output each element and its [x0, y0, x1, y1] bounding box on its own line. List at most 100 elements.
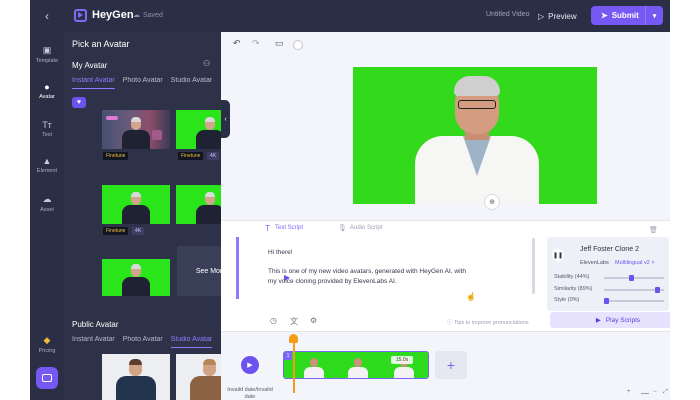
avatar-thumb[interactable]: [102, 110, 170, 149]
rail-item-template[interactable]: ▣ Template: [30, 45, 64, 64]
voice-model-select[interactable]: Multilingual v2 ˅: [615, 260, 655, 266]
playhead[interactable]: [293, 338, 295, 393]
tab-audio-script[interactable]: 🎙 Audio Script: [338, 225, 382, 232]
redo-icon[interactable]: ↷: [252, 38, 260, 49]
scrollbar[interactable]: [532, 238, 535, 294]
avatar-thumb[interactable]: [102, 185, 170, 224]
play-icon: ▶: [247, 362, 253, 369]
rail-item-label: Avatar: [39, 94, 55, 100]
stability-slider[interactable]: Stability (44%): [554, 274, 666, 282]
undo-icon[interactable]: ↶: [233, 38, 241, 49]
slider-label: Stability (44%): [554, 274, 590, 280]
clip-duration: 15.0s: [391, 356, 413, 364]
rail-item-element[interactable]: ▲ Element: [30, 156, 64, 174]
clock-icon[interactable]: ◷: [270, 316, 277, 325]
public-avatar-thumb[interactable]: [102, 354, 170, 400]
play-scripts-button[interactable]: ▶ Play Scripts: [550, 312, 670, 328]
saved-status: ☁ Saved: [133, 11, 163, 20]
clip-number: 1: [284, 352, 292, 360]
tab-text-script[interactable]: T Text Script: [265, 224, 304, 233]
voice-model-label: Multilingual v2: [615, 260, 650, 266]
back-button[interactable]: ‹: [30, 0, 64, 32]
zoom-in-icon[interactable]: −: [653, 389, 657, 395]
app-window: ‹ HeyGen ☁ Saved Untitled Video ▷ Previe…: [30, 0, 670, 400]
tab-instant-avatar[interactable]: Instant Avatar: [72, 336, 115, 348]
tab-photo-avatar[interactable]: Photo Avatar: [123, 336, 163, 348]
slider-thumb[interactable]: [604, 298, 609, 304]
tab-instant-avatar[interactable]: Instant Avatar: [72, 77, 115, 89]
pronunciation-tips-link[interactable]: ⓘ Tips to improve pronunciations: [447, 318, 529, 326]
left-rail: ▣ Template ● Avatar Tт Text ▲ Element ☁ …: [30, 32, 64, 400]
timeline-date: Invalid date/Invalid date: [227, 387, 273, 400]
finetune-tag: Finetune: [103, 152, 129, 160]
playhead-handle[interactable]: [289, 334, 298, 343]
rail-item-avatar[interactable]: ● Avatar: [30, 82, 64, 100]
chat-icon: [42, 374, 52, 382]
monitor-icon[interactable]: ▭: [275, 38, 284, 49]
tab-label: Text Script: [275, 225, 304, 231]
saved-label: Saved: [143, 11, 163, 19]
rail-item-label: Template: [35, 58, 59, 64]
canvas-workspace: ↶ ↷ ▭: [221, 32, 670, 220]
chat-support-button[interactable]: [36, 367, 58, 389]
similarity-slider[interactable]: Similarity (89%): [554, 286, 666, 294]
zoom-button[interactable]: ⊕: [484, 194, 500, 210]
slider-label: Similarity (89%): [554, 286, 593, 292]
person-icon[interactable]: ⚇: [203, 59, 210, 68]
fit-screen-icon[interactable]: ⤢: [663, 389, 668, 396]
rail-item-pricing[interactable]: ◆ Pricing: [30, 335, 64, 354]
hand-cursor-icon: ☝: [466, 292, 476, 301]
play-scripts-label: Play Scripts: [605, 316, 641, 324]
public-avatar-title: Public Avatar: [72, 320, 119, 329]
submit-menu-chevron-icon[interactable]: ▾: [646, 12, 663, 20]
script-line: This is one of my new video avatars, gen…: [268, 268, 466, 275]
tab-photo-avatar[interactable]: Photo Avatar: [123, 77, 163, 89]
heygen-logo-icon: [74, 9, 87, 22]
panel-title: Pick an Avatar: [72, 39, 130, 49]
avatar-icon: ●: [44, 82, 50, 92]
video-canvas[interactable]: [353, 67, 597, 204]
script-toolbar: ◷ 文 ⚙ ⓘ Tips to improve pronunciations ▶…: [221, 309, 670, 331]
pause-icon: ❚❚: [552, 252, 564, 259]
background-color-swatch[interactable]: [293, 40, 303, 50]
rail-item-asset[interactable]: ☁ Asset: [30, 194, 64, 213]
rail-item-text[interactable]: Tт Text: [30, 120, 64, 138]
brand-name: HeyGen: [92, 9, 134, 21]
tips-label: Tips to improve pronunciations: [453, 320, 529, 326]
rail-item-label: Pricing: [38, 348, 56, 354]
preview-button[interactable]: ▷ Preview: [534, 8, 581, 24]
play-icon: ▶: [595, 317, 601, 324]
info-icon: ⓘ: [447, 320, 453, 326]
translate-icon[interactable]: 文: [290, 316, 298, 327]
add-clip-button[interactable]: +: [435, 351, 467, 379]
tab-studio-avatar[interactable]: Studio Avatar: [170, 336, 213, 348]
style-slider[interactable]: Style (0%): [554, 297, 666, 305]
submit-button[interactable]: ➤ Submit ▾: [591, 6, 663, 25]
zoom-out-icon[interactable]: +: [627, 389, 631, 395]
timeline-clip[interactable]: 1 15.0s: [283, 351, 429, 379]
pause-button[interactable]: ❚❚: [552, 249, 564, 261]
slider-thumb[interactable]: [629, 275, 635, 281]
text-icon: T: [265, 223, 270, 233]
voice-name[interactable]: Jeff Foster Clone 2: [580, 246, 639, 253]
heart-icon[interactable]: ♥: [72, 97, 86, 108]
zoom-track[interactable]: [641, 393, 649, 394]
finetune-tag: Finetune: [178, 152, 204, 160]
timeline-play-button[interactable]: ▶: [241, 356, 259, 374]
chevron-left-icon: ‹: [224, 115, 227, 123]
settings-icon[interactable]: ⚙: [310, 316, 317, 325]
avatar-thumb[interactable]: [102, 259, 170, 296]
video-title[interactable]: Untitled Video: [486, 11, 529, 18]
tab-studio-avatar[interactable]: Studio Avatar: [171, 77, 213, 89]
slider-thumb[interactable]: [654, 287, 660, 293]
public-avatar-tabs: Instant Avatar Photo Avatar Studio Avata…: [72, 336, 217, 348]
chevron-down-icon: ˅: [651, 260, 655, 266]
voice-settings-card: ❚❚ Jeff Foster Clone 2 ElevenLabs Multil…: [547, 237, 669, 311]
template-icon: ▣: [42, 45, 52, 55]
trash-icon[interactable]: 🗑: [649, 226, 658, 234]
top-bar: ‹ HeyGen ☁ Saved Untitled Video ▷ Previe…: [30, 0, 670, 32]
script-line: my voice cloning provided by ElevenLabs …: [268, 278, 397, 285]
upload-icon: ☁: [42, 194, 52, 204]
collapse-panel-button[interactable]: ‹: [221, 100, 230, 138]
voice-provider: ElevenLabs: [580, 260, 609, 266]
